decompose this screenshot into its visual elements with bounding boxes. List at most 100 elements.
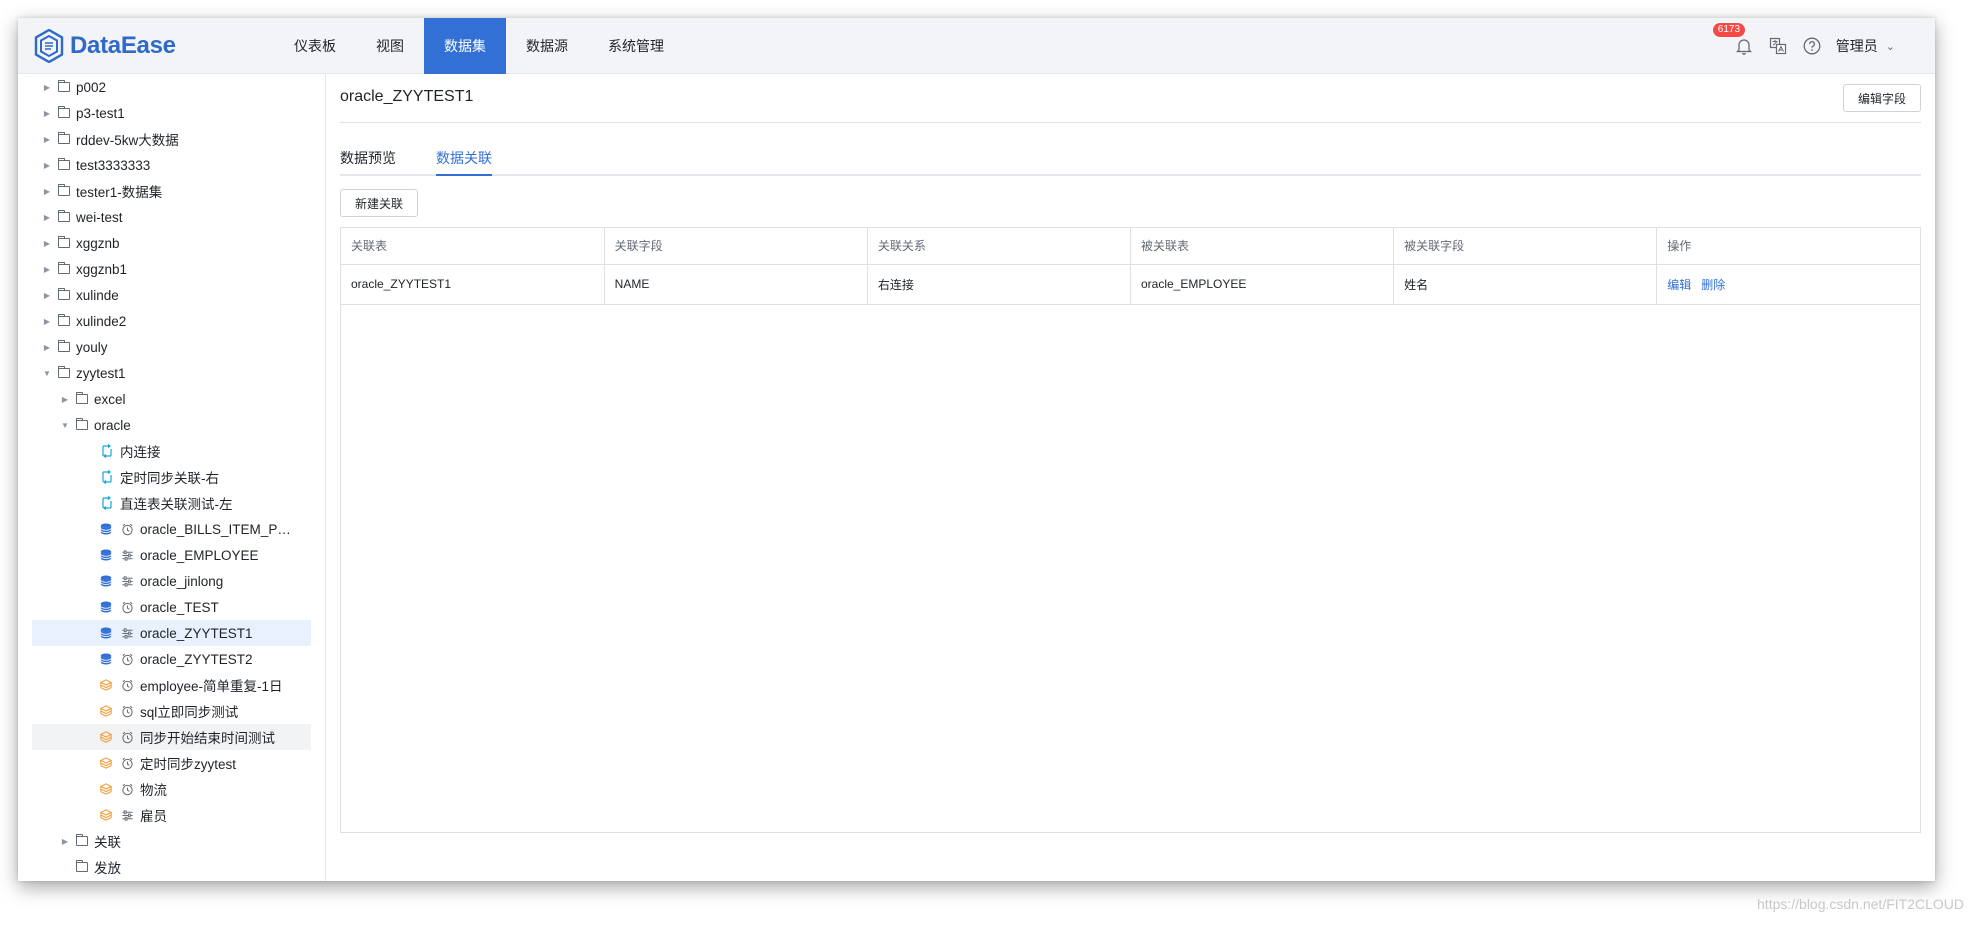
edit-link[interactable]: 编辑: [1667, 278, 1691, 292]
folder-icon: [58, 106, 70, 118]
excel-dataset-icon: [100, 679, 112, 691]
schedule-icon: [120, 678, 134, 692]
tree-folder[interactable]: ▶ p3-test1: [32, 100, 311, 126]
tree-dataset[interactable]: oracle_EMPLOYEE: [32, 542, 311, 568]
new-relation-button[interactable]: 新建关联: [340, 189, 419, 217]
caret-right-icon[interactable]: ▶: [40, 83, 54, 92]
column-header: 关联表: [341, 228, 605, 265]
detail-tabs: 数据预览 数据关联: [340, 144, 1921, 176]
tree-dataset[interactable]: oracle_TEST: [32, 594, 311, 620]
folder-icon: [58, 262, 70, 274]
tree-dataset[interactable]: oracle_jinlong: [32, 568, 311, 594]
tree-folder[interactable]: ▶ test3333333: [32, 152, 311, 178]
tree-folder[interactable]: ▶ 关联: [32, 828, 311, 854]
language-button[interactable]: [1768, 36, 1788, 56]
tree-dataset[interactable]: 直连表关联测试-左: [32, 490, 311, 516]
tree-folder[interactable]: ▼ zyytest1: [32, 360, 311, 386]
column-header: 被关联表: [1130, 228, 1395, 265]
nav-item[interactable]: 数据源: [506, 18, 588, 74]
database-icon: [100, 523, 112, 535]
tree-dataset[interactable]: oracle_ZYYTEST2: [32, 646, 311, 672]
tree-folder[interactable]: ▶ wei-test: [32, 204, 311, 230]
tree-dataset[interactable]: 雇员: [32, 802, 311, 828]
caret-down-icon[interactable]: ▼: [58, 421, 72, 430]
caret-right-icon[interactable]: ▶: [58, 395, 72, 404]
column-header: 关联关系: [867, 228, 1131, 265]
folder-icon: [76, 418, 88, 430]
schedule-icon: [120, 756, 134, 770]
caret-right-icon[interactable]: ▶: [58, 837, 72, 846]
folder-icon: [76, 860, 88, 872]
caret-right-icon[interactable]: ▶: [40, 213, 54, 222]
tree-dataset[interactable]: 内连接: [32, 438, 311, 464]
tree-dataset[interactable]: 定时同步关联-右: [32, 464, 311, 490]
tree-dataset[interactable]: employee-简单重复-1日: [32, 672, 311, 698]
tree-label: xggznb: [76, 235, 120, 251]
schedule-icon: [120, 522, 134, 536]
tree-label: 雇员: [140, 809, 167, 824]
tree-label: employee-简单重复-1日: [140, 679, 283, 694]
caret-right-icon[interactable]: ▶: [40, 187, 54, 196]
tree-dataset[interactable]: 物流: [32, 776, 311, 802]
tree-dataset[interactable]: 同步开始结束时间测试: [32, 724, 311, 750]
nav-item[interactable]: 数据集: [424, 18, 506, 74]
table-header-row: 关联表 关联字段 关联关系 被关联表 被关联字段 操作: [341, 228, 1920, 265]
tree-label: rddev-5kw大数据: [76, 133, 179, 148]
database-icon: [100, 575, 112, 587]
dataset-tree: ▶ p002 ▶ p3-test1 ▶ rddev-5kw大数据 ▶ test3333333 ▶…: [18, 74, 326, 881]
tree-folder[interactable]: ▶ xggznb1: [32, 256, 311, 282]
caret-right-icon[interactable]: ▶: [40, 135, 54, 144]
excel-dataset-icon: [100, 757, 112, 769]
tree-folder[interactable]: ▶ excel: [32, 386, 311, 412]
tree-dataset[interactable]: oracle_BILLS_ITEM_P…: [32, 516, 311, 542]
user-menu[interactable]: 管理员 ⌄: [1836, 36, 1895, 56]
caret-right-icon[interactable]: ▶: [40, 317, 54, 326]
caret-down-icon[interactable]: ▼: [40, 369, 54, 378]
dataease-logo-icon: [34, 29, 64, 63]
direct-query-icon: [120, 574, 134, 588]
tree-label: oracle_TEST: [140, 599, 219, 615]
table-cell: NAME: [604, 264, 868, 305]
tree-label: oracle: [94, 417, 131, 433]
caret-right-icon[interactable]: ▶: [40, 109, 54, 118]
bell-icon: [1735, 39, 1752, 55]
watermark: https://blog.csdn.net/FIT2CLOUD: [1757, 896, 1964, 912]
help-button[interactable]: [1802, 36, 1822, 56]
tree-label: sql立即同步测试: [140, 705, 239, 720]
tree-folder[interactable]: ▶ xulinde2: [32, 308, 311, 334]
tree-folder[interactable]: ▼ oracle: [32, 412, 311, 438]
tree-dataset[interactable]: oracle_ZYYTEST1: [32, 620, 311, 646]
tree-folder[interactable]: ▶ p002: [32, 74, 311, 100]
tree-label: xggznb1: [76, 261, 128, 277]
tree-dataset[interactable]: 定时同步zyytest: [32, 750, 311, 776]
notification-button[interactable]: 6173: [1711, 22, 1754, 56]
app-window: DataEase 仪表板 视图 数据集 数据源 系统管理 6173 管理员 ⌄ …: [18, 18, 1935, 881]
edit-fields-button[interactable]: 编辑字段: [1842, 84, 1921, 112]
nav-item[interactable]: 系统管理: [588, 18, 684, 74]
tree-folder[interactable]: ▶ tester1-数据集: [32, 178, 311, 204]
tree-folder[interactable]: 发放: [32, 854, 311, 880]
caret-right-icon[interactable]: ▶: [40, 161, 54, 170]
caret-right-icon[interactable]: ▶: [40, 343, 54, 352]
translate-icon: [1769, 37, 1786, 55]
tree-dataset[interactable]: sql立即同步测试: [32, 698, 311, 724]
schedule-icon: [120, 730, 134, 744]
tree-label: youly: [76, 339, 108, 355]
tree-folder[interactable]: ▶ xggznb: [32, 230, 311, 256]
tree-folder[interactable]: ▶ rddev-5kw大数据: [32, 126, 311, 152]
tab[interactable]: 数据关联: [436, 144, 492, 176]
logo[interactable]: DataEase: [34, 28, 176, 64]
title-divider: [340, 122, 1921, 123]
tree-folder[interactable]: ▶ youly: [32, 334, 311, 360]
folder-icon: [58, 236, 70, 248]
caret-right-icon[interactable]: ▶: [40, 291, 54, 300]
caret-right-icon[interactable]: ▶: [40, 265, 54, 274]
tab[interactable]: 数据预览: [340, 144, 396, 176]
table-cell: 右连接: [867, 264, 1131, 305]
nav-item[interactable]: 视图: [356, 18, 424, 74]
nav-item[interactable]: 仪表板: [280, 18, 356, 74]
tree-label: 定时同步关联-右: [120, 471, 219, 486]
caret-right-icon[interactable]: ▶: [40, 239, 54, 248]
delete-link[interactable]: 删除: [1701, 278, 1725, 292]
tree-folder[interactable]: ▶ xulinde: [32, 282, 311, 308]
